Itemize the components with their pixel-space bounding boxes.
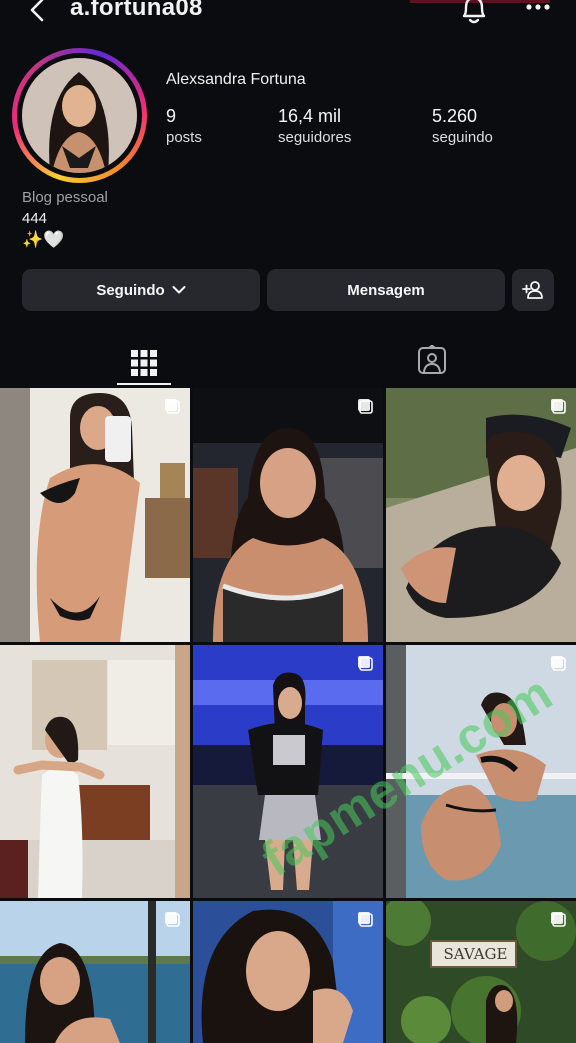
message-button[interactable]: Mensagem [267,269,505,311]
add-person-button[interactable] [512,269,554,311]
following-button[interactable]: Seguindo [22,269,260,311]
multi-select-icon [164,911,180,927]
back-chevron-icon[interactable] [22,0,54,28]
post-tile-7[interactable] [0,901,190,1043]
following-label[interactable]: seguindo [432,129,493,146]
posts-label[interactable]: posts [166,129,202,146]
chevron-down-icon [172,285,186,295]
more-icon[interactable] [522,0,554,18]
sign-text: SAVAGE [443,945,508,963]
grid-icon [131,349,157,376]
tab-posts-grid[interactable] [118,340,170,385]
bio-emoji-line: ✨🤍 [22,230,65,249]
bio-category: Blog pessoal [22,189,108,206]
tagged-person-icon [417,345,447,375]
following-count[interactable]: 5.260 [432,106,477,127]
post-tile-9[interactable]: SAVAGE [386,901,576,1043]
active-tab-indicator [117,383,171,385]
tab-tagged[interactable] [412,340,452,380]
followers-count[interactable]: 16,4 mil [278,106,341,127]
bio-line: 444 [22,210,48,227]
multi-select-icon [550,398,566,414]
multi-select-icon [357,911,373,927]
header-username: a.fortuna08 [70,0,203,21]
multi-select-icon [164,398,180,414]
multi-select-icon [550,911,566,927]
post-tile-3[interactable] [386,388,576,642]
post-tile-2[interactable] [193,388,383,642]
multi-select-icon [550,655,566,671]
multi-select-icon [357,655,373,671]
multi-select-icon [357,398,373,414]
post-tile-8[interactable] [193,901,383,1043]
add-person-icon [522,280,544,300]
post-tile-4[interactable] [0,645,190,898]
followers-label[interactable]: seguidores [278,129,351,146]
message-button-label: Mensagem [347,281,425,299]
avatar[interactable] [22,58,137,173]
following-button-label: Seguindo [96,281,165,299]
profile-full-name: Alexsandra Fortuna [166,71,306,88]
posts-count[interactable]: 9 [166,106,176,127]
post-tile-1[interactable] [0,388,190,642]
bell-icon[interactable] [458,0,490,26]
